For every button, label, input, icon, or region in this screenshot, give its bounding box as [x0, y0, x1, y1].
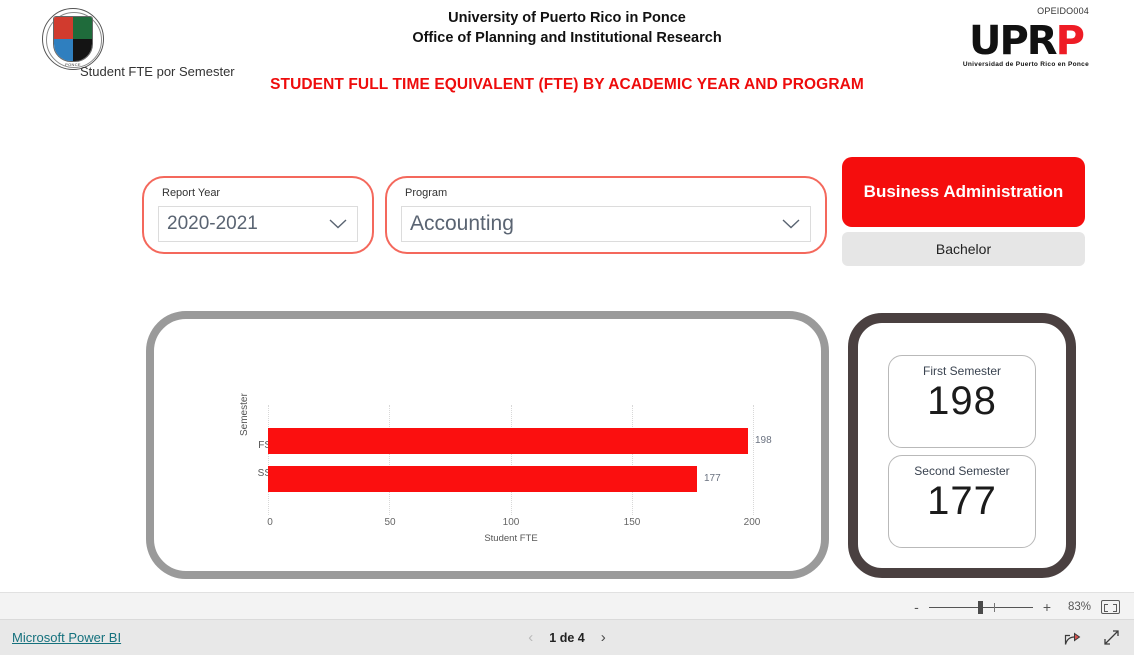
uprp-logo-p: P: [1055, 18, 1085, 64]
program-level-card: Bachelor: [842, 232, 1085, 266]
program-dropdown[interactable]: Accounting: [401, 206, 811, 242]
page-indicator: 1 de 4: [549, 630, 585, 645]
page-navigation: ‹ 1 de 4 ›: [0, 620, 1134, 655]
chart-y-axis-title: Semester: [239, 393, 250, 436]
uprp-logo: UPRP Universidad de Puerto Rico en Ponce: [962, 21, 1089, 68]
chart-gridline: [511, 405, 512, 515]
kpi-caption: Second Semester: [914, 464, 1010, 478]
uprp-logo-wordmark: UPRP: [963, 21, 1089, 61]
footer-action-icons: [1064, 620, 1120, 655]
slicer-report-year[interactable]: Report Year 2020-2021: [142, 176, 374, 254]
report-year-value: 2020-2021: [167, 213, 258, 234]
chevron-down-icon[interactable]: [782, 219, 800, 229]
chart-x-tick-label: 50: [384, 517, 396, 528]
chart-x-tick-label: 150: [623, 517, 641, 528]
chart-x-tick-label: 100: [502, 517, 520, 528]
zoom-controls: - + 83%: [914, 593, 1120, 621]
chevron-down-icon[interactable]: [329, 219, 347, 229]
zoom-out-button[interactable]: -: [914, 600, 919, 614]
share-icon[interactable]: [1064, 629, 1081, 646]
chart-x-tick-label: 0: [267, 517, 273, 528]
chart-gridline: [268, 405, 269, 515]
kpi-card-second-semester: Second Semester 177: [888, 455, 1036, 548]
program-name-card: Business Administration: [842, 157, 1085, 227]
zoom-status-bar: - + 83%: [0, 592, 1134, 620]
chart-bar-value-ss: 177: [704, 473, 721, 484]
chart-x-axis-title: Student FTE: [484, 533, 538, 544]
chart-x-tick-label: 200: [743, 517, 761, 528]
report-header: PONCE University of Puerto Rico in Ponce…: [0, 0, 1134, 93]
chart-gridline: [632, 405, 633, 515]
kpi-value: 198: [927, 379, 997, 423]
report-code: OPEIDO004: [1037, 6, 1089, 16]
zoom-slider[interactable]: [928, 600, 1033, 614]
zoom-slider-thumb[interactable]: [977, 600, 983, 614]
kpi-value: 177: [927, 479, 997, 523]
zoom-level-label: 83%: [1067, 601, 1091, 613]
slicer-program-label: Program: [405, 187, 448, 199]
kpi-caption: First Semester: [922, 364, 1001, 378]
program-value: Accounting: [410, 212, 514, 235]
kpi-card-first-semester: First Semester 198: [888, 355, 1036, 448]
powerbi-report-page: PONCE University of Puerto Rico in Ponce…: [0, 0, 1134, 655]
slicer-report-year-label: Report Year: [162, 187, 221, 199]
chart-gridline: [753, 405, 754, 515]
microsoft-power-bi-link[interactable]: Microsoft Power BI: [12, 630, 121, 645]
uprp-logo-subtitle: Universidad de Puerto Rico en Ponce: [962, 61, 1089, 68]
chevron-right-icon[interactable]: ›: [601, 629, 606, 646]
chart-bar-value-fs: 198: [755, 435, 772, 446]
report-year-dropdown[interactable]: 2020-2021: [158, 206, 358, 242]
uprp-logo-upr: UPR: [968, 18, 1058, 64]
fit-to-page-icon[interactable]: [1101, 600, 1120, 614]
chart-bar-ss[interactable]: [268, 466, 697, 492]
fullscreen-icon[interactable]: [1103, 629, 1120, 646]
chart-gridline: [389, 405, 390, 515]
org-line-1: University of Puerto Rico in Ponce: [448, 10, 686, 26]
slicer-program[interactable]: Program Accounting: [385, 176, 827, 254]
zoom-in-button[interactable]: +: [1043, 600, 1051, 614]
chart-plot-area: 198 177: [268, 405, 772, 515]
report-footer: Microsoft Power BI ‹ 1 de 4 ›: [0, 620, 1134, 655]
chevron-left-icon[interactable]: ‹: [528, 629, 533, 646]
chart-bar-fs[interactable]: [268, 428, 748, 454]
zoom-slider-tick: [994, 602, 996, 612]
chart-title: Student FTE por Semester: [80, 64, 235, 79]
kpi-panel-frame: First Semester 198 Second Semester 177: [848, 313, 1076, 578]
